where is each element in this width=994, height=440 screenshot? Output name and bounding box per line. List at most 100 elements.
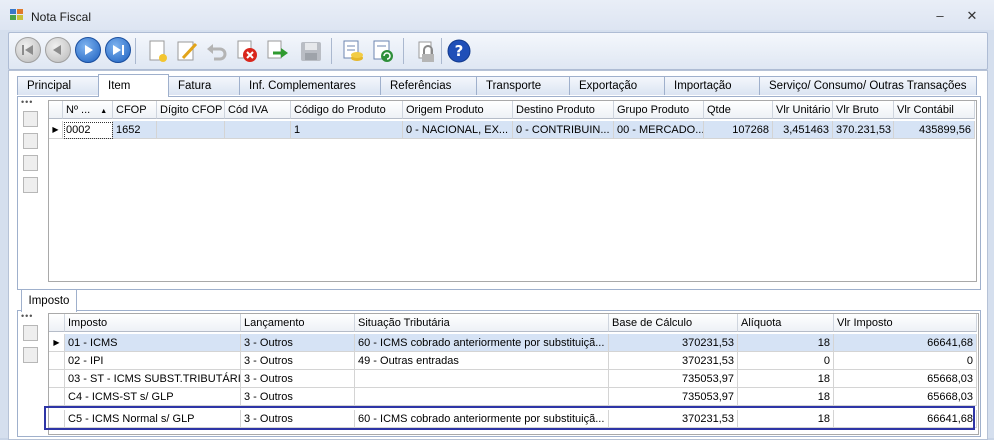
undo-arrow-icon[interactable] [203, 37, 231, 65]
table-cell[interactable] [225, 121, 291, 139]
column-header[interactable]: Código do Produto [291, 101, 403, 119]
table-cell[interactable] [157, 121, 225, 139]
table-cell[interactable]: 0 - NACIONAL, EX... [403, 121, 513, 139]
table-row[interactable]: C4 - ICMS-ST s/ GLP 3 - Outros 735053,97… [49, 388, 978, 406]
tab-inf-complementares[interactable]: Inf. Complementares [239, 76, 381, 95]
lock-icon[interactable] [411, 37, 439, 65]
tab-referencias[interactable]: Referências [380, 76, 477, 95]
next-record-icon[interactable] [75, 37, 101, 63]
table-cell[interactable]: 18 [738, 334, 834, 352]
table-cell[interactable]: 3 - Outros [241, 370, 355, 388]
tab-fatura[interactable]: Fatura [168, 76, 240, 95]
table-cell[interactable]: 370231,53 [609, 334, 738, 352]
column-header[interactable]: Imposto [65, 314, 241, 332]
column-header[interactable]: Vlr Imposto [834, 314, 977, 332]
table-cell[interactable]: 60 - ICMS cobrado anteriormente por subs… [355, 334, 609, 352]
tab-imposto[interactable]: Imposto [21, 289, 77, 312]
table-cell[interactable]: 65668,03 [834, 370, 977, 388]
column-header[interactable]: Nº ... ▲ [63, 101, 113, 119]
column-header[interactable]: Vlr Bruto [833, 101, 894, 119]
table-cell[interactable]: 370.231,53 [833, 121, 894, 139]
table-cell[interactable]: 1652 [113, 121, 157, 139]
toolbar-separator [135, 38, 136, 64]
first-record-icon[interactable] [15, 37, 41, 63]
tab-importacao[interactable]: Importação [664, 76, 760, 95]
column-header[interactable]: Base de Cálculo [609, 314, 738, 332]
table-cell[interactable]: 3 - Outros [241, 410, 355, 428]
table-cell[interactable]: C5 - ICMS Normal s/ GLP [65, 410, 241, 428]
close-button[interactable]: ✕ [961, 7, 983, 25]
add-row-icon[interactable] [23, 111, 38, 127]
table-row[interactable]: ▶ 0002 1652 1 0 - NACIONAL, EX... 0 - CO… [49, 121, 976, 139]
refresh-sheet-icon[interactable] [369, 37, 397, 65]
table-cell[interactable]: 3 - Outros [241, 334, 355, 352]
table-cell[interactable]: 370231,53 [609, 352, 738, 370]
table-cell[interactable]: 0 [834, 352, 977, 370]
edit-pencil-icon[interactable] [173, 37, 201, 65]
table-cell[interactable]: 02 - IPI [65, 352, 241, 370]
table-cell[interactable]: 735053,97 [609, 370, 738, 388]
table-row[interactable]: C5 - ICMS Normal s/ GLP 3 - Outros 60 - … [49, 410, 978, 428]
column-header[interactable]: Cód IVA [225, 101, 291, 119]
table-cell[interactable]: 0 - CONTRIBUIN... [513, 121, 614, 139]
table-cell[interactable]: 01 - ICMS [65, 334, 241, 352]
delete-red-icon[interactable] [233, 37, 261, 65]
last-record-icon[interactable] [105, 37, 131, 63]
table-cell[interactable] [355, 388, 609, 406]
column-header[interactable]: Grupo Produto [614, 101, 704, 119]
minimize-button[interactable]: – [929, 7, 951, 25]
table-cell[interactable]: 107268 [704, 121, 773, 139]
table-cell[interactable]: 18 [738, 388, 834, 406]
title-bar[interactable]: Nota Fiscal – ✕ [0, 0, 994, 30]
previous-record-icon[interactable] [45, 37, 71, 63]
column-header[interactable]: Vlr Unitário [773, 101, 833, 119]
column-header[interactable]: Origem Produto [403, 101, 513, 119]
table-cell[interactable]: 735053,97 [609, 388, 738, 406]
table-cell[interactable]: 66641,68 [834, 334, 977, 352]
table-row[interactable]: ▶ 01 - ICMS 3 - Outros 60 - ICMS cobrado… [49, 334, 978, 352]
column-header[interactable]: CFOP [113, 101, 157, 119]
table-cell[interactable]: 65668,03 [834, 388, 977, 406]
confirm-green-arrow-icon[interactable] [263, 37, 291, 65]
insert-row-icon[interactable] [23, 325, 38, 341]
tab-exportacao[interactable]: Exportação [569, 76, 665, 95]
table-cell[interactable]: C4 - ICMS-ST s/ GLP [65, 388, 241, 406]
tab-item[interactable]: Item [98, 74, 169, 97]
table-cell[interactable]: 00 - MERCADO... [614, 121, 704, 139]
table-cell[interactable]: 18 [738, 370, 834, 388]
save-disk-icon[interactable] [297, 37, 325, 65]
tab-principal[interactable]: Principal [17, 76, 99, 95]
column-header[interactable]: Qtde [704, 101, 773, 119]
column-header[interactable]: Alíquota [738, 314, 834, 332]
table-cell[interactable]: 435899,56 [894, 121, 975, 139]
table-cell[interactable]: 0 [738, 352, 834, 370]
column-header[interactable]: Lançamento [241, 314, 355, 332]
insert-row-icon[interactable] [23, 133, 38, 149]
remove-row-icon[interactable] [23, 347, 38, 363]
table-cell[interactable]: 370231,53 [609, 410, 738, 428]
new-document-icon[interactable] [143, 37, 171, 65]
table-cell[interactable]: 18 [738, 410, 834, 428]
tab-transporte[interactable]: Transporte [476, 76, 570, 95]
table-cell[interactable]: 3,451463 [773, 121, 833, 139]
column-header[interactable]: Vlr Contábil [894, 101, 975, 119]
table-cell[interactable]: 1 [291, 121, 403, 139]
table-cell[interactable] [355, 370, 609, 388]
table-cell[interactable]: 66641,68 [834, 410, 977, 428]
column-header-label: Nº ... [66, 104, 91, 116]
edit-row-icon[interactable] [23, 155, 38, 171]
remove-row-icon[interactable] [23, 177, 38, 193]
column-header[interactable]: Dígito CFOP [157, 101, 225, 119]
column-header[interactable]: Situação Tributária [355, 314, 609, 332]
column-header[interactable]: Destino Produto [513, 101, 614, 119]
table-cell[interactable]: 60 - ICMS cobrado anteriormente por subs… [355, 410, 609, 428]
table-cell[interactable]: 3 - Outros [241, 352, 355, 370]
help-icon[interactable]: ? [445, 37, 473, 65]
tab-servico-consumo[interactable]: Serviço/ Consumo/ Outras Transações [759, 76, 977, 95]
table-cell[interactable]: 49 - Outras entradas [355, 352, 609, 370]
table-cell[interactable]: 3 - Outros [241, 388, 355, 406]
table-row[interactable]: 02 - IPI 3 - Outros 49 - Outras entradas… [49, 352, 978, 370]
table-cell[interactable]: 03 - ST - ICMS SUBST.TRIBUTÁRIA [65, 370, 241, 388]
calculator-coins-icon[interactable] [339, 37, 367, 65]
table-row[interactable]: 03 - ST - ICMS SUBST.TRIBUTÁRIA 3 - Outr… [49, 370, 978, 388]
